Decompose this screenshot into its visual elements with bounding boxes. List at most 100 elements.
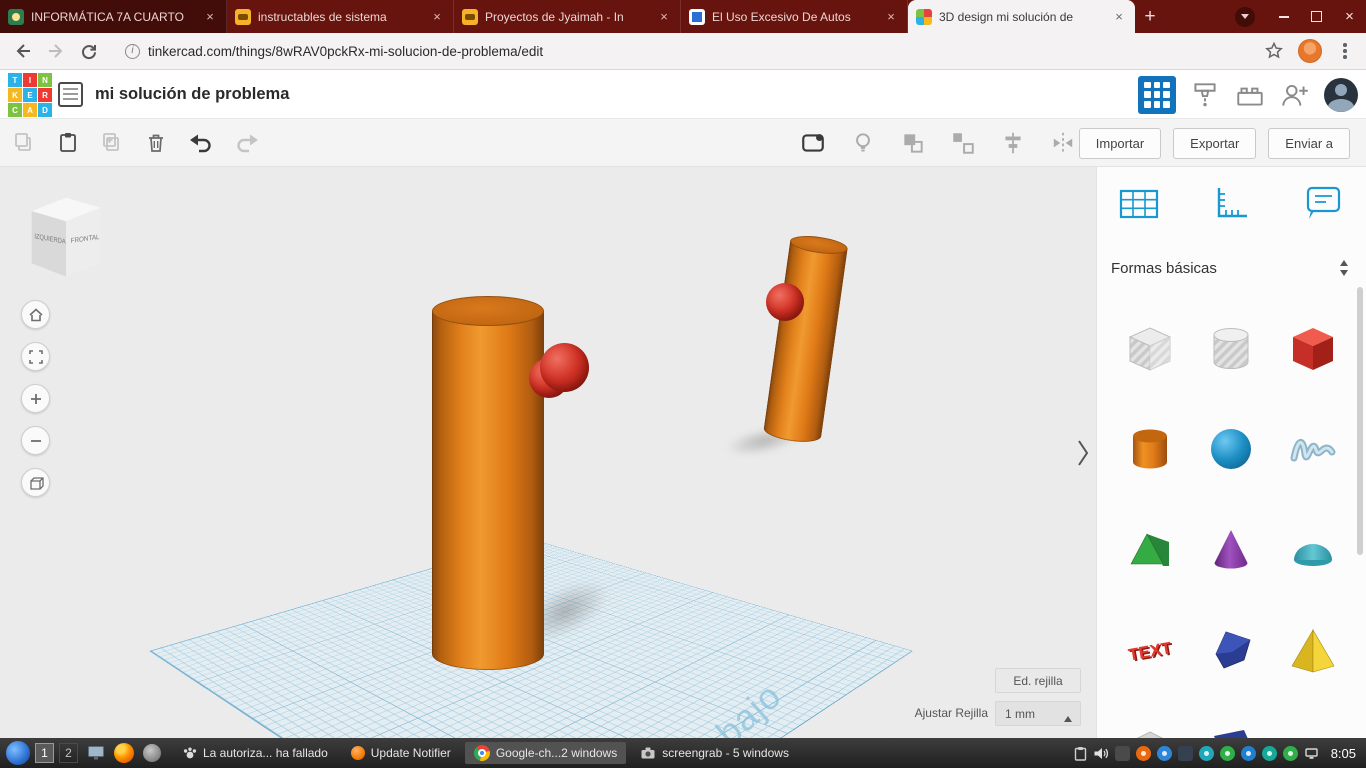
tray-indicator-icon[interactable]: [1198, 745, 1214, 761]
shape-orange-cylinder[interactable]: [1119, 418, 1181, 480]
tab-close-icon[interactable]: ×: [202, 9, 218, 25]
tab-informatica[interactable]: INFORMÁTICA 7A CUARTO ×: [0, 0, 227, 33]
browser-menu-icon[interactable]: [1336, 40, 1354, 62]
model-cylinder-small[interactable]: [762, 232, 849, 446]
screenshot-app-icon[interactable]: [143, 744, 161, 762]
snap-grid-dropdown[interactable]: 1 mm: [995, 701, 1081, 726]
tray-indicator-icon[interactable]: [1240, 745, 1256, 761]
model-sphere-small[interactable]: [766, 283, 804, 321]
shape-category-dropdown[interactable]: Formas básicas: [1111, 252, 1352, 284]
dropdown-stepper-icon[interactable]: [1340, 256, 1348, 280]
invite-person-icon[interactable]: [1279, 79, 1311, 111]
export-button[interactable]: Exportar: [1173, 127, 1257, 159]
blocks-editor-button[interactable]: [1138, 75, 1176, 114]
shape-partial-middle[interactable]: [1200, 718, 1262, 738]
view-cube[interactable]: IZQUIERDA FRONTAL: [22, 196, 102, 280]
home-view-button[interactable]: [21, 300, 50, 329]
redo-icon[interactable]: [234, 131, 260, 155]
shape-blue-sphere[interactable]: [1200, 418, 1262, 480]
taskbar-window-chrome[interactable]: Google-ch...2 windows: [464, 742, 627, 764]
notes-tool-button[interactable]: [1302, 183, 1346, 230]
taskbar-window-update-notifier[interactable]: Update Notifier: [342, 743, 460, 763]
shape-green-roof[interactable]: [1119, 518, 1181, 580]
site-info-icon[interactable]: i: [125, 43, 140, 59]
shape-striped-box[interactable]: [1119, 318, 1181, 380]
shape-blue-polyhedron[interactable]: [1200, 618, 1262, 680]
mirror-icon[interactable]: [1050, 130, 1076, 156]
lightbulb-icon[interactable]: [850, 130, 876, 156]
refresh-icon[interactable]: [79, 41, 99, 61]
model-sphere-front[interactable]: [540, 343, 589, 392]
window-maximize-button[interactable]: [1300, 0, 1333, 33]
align-icon[interactable]: [1000, 130, 1026, 156]
tray-terminal-icon[interactable]: [1177, 745, 1193, 761]
tray-update-icon[interactable]: [1135, 745, 1151, 761]
tab-close-icon[interactable]: ×: [883, 9, 899, 25]
tab-search-icon[interactable]: [1235, 6, 1255, 27]
panel-collapse-icon[interactable]: [1075, 438, 1091, 473]
tab-3d-design-active[interactable]: 3D design mi solución de ×: [908, 0, 1135, 33]
tray-search-icon[interactable]: [1156, 745, 1172, 761]
undo-icon[interactable]: [188, 131, 214, 155]
fit-view-button[interactable]: [21, 342, 50, 371]
delete-icon[interactable]: [144, 131, 168, 155]
forward-icon[interactable]: [46, 41, 66, 61]
edit-grid-button[interactable]: Ed. rejilla: [995, 668, 1081, 693]
zoom-out-button[interactable]: [21, 426, 50, 455]
bookmark-star-icon[interactable]: [1264, 41, 1284, 61]
network-tray-icon[interactable]: [1304, 747, 1319, 760]
back-icon[interactable]: [13, 41, 33, 61]
shape-red-text[interactable]: TEXT TEXT: [1119, 618, 1181, 680]
taskbar-window-authorization[interactable]: La autoriza... ha fallado: [174, 743, 337, 763]
ruler-tool-button[interactable]: [1210, 183, 1254, 230]
firefox-icon[interactable]: [114, 743, 134, 763]
file-manager-icon[interactable]: [87, 745, 105, 761]
tray-indicator-icon[interactable]: [1219, 745, 1235, 761]
shape-striped-cylinder[interactable]: [1200, 318, 1262, 380]
ungroup-icon[interactable]: [950, 130, 976, 156]
print-3d-icon[interactable]: [1189, 79, 1221, 111]
window-minimize-button[interactable]: [1267, 0, 1300, 33]
volume-icon[interactable]: [1093, 746, 1109, 761]
copy-icon[interactable]: [12, 131, 36, 155]
tray-indicator-icon[interactable]: [1261, 745, 1277, 761]
url-bar[interactable]: tinkercad.com/things/8wRAV0pckRx-mi-solu…: [148, 44, 1264, 59]
tray-indicator-icon[interactable]: [1282, 745, 1298, 761]
shape-yellow-pyramid[interactable]: [1282, 618, 1344, 680]
window-close-button[interactable]: ×: [1333, 0, 1366, 33]
workspace-2-button[interactable]: 2: [59, 743, 78, 763]
app-menu-icon[interactable]: [6, 741, 30, 765]
model-cylinder-large[interactable]: [432, 296, 544, 670]
panel-scrollbar[interactable]: [1357, 287, 1363, 555]
workplane-tool-button[interactable]: [1117, 183, 1161, 230]
zoom-in-button[interactable]: [21, 384, 50, 413]
tab-proyectos[interactable]: Proyectos de Jyaimah - In ×: [454, 0, 681, 33]
tab-instructables[interactable]: instructables de sistema ×: [227, 0, 454, 33]
user-avatar[interactable]: [1324, 77, 1358, 112]
duplicate-icon[interactable]: [100, 131, 124, 155]
perspective-toggle-button[interactable]: [21, 468, 50, 497]
tab-uso-autos[interactable]: El Uso Excesivo De Autos ×: [681, 0, 908, 33]
shape-partial-left[interactable]: [1119, 718, 1181, 738]
tray-app-icon[interactable]: [1114, 745, 1130, 761]
workspace-1-button[interactable]: 1: [35, 743, 54, 763]
taskbar-window-screengrab[interactable]: screengrab - 5 windows: [631, 743, 798, 763]
show-all-icon[interactable]: [800, 130, 826, 156]
shape-teal-dome[interactable]: [1282, 518, 1344, 580]
group-icon[interactable]: [900, 130, 926, 156]
clipboard-tray-icon[interactable]: [1074, 746, 1087, 761]
shape-red-box[interactable]: [1282, 318, 1344, 380]
paste-icon[interactable]: [56, 131, 80, 155]
shape-scribble[interactable]: [1282, 418, 1344, 480]
shape-purple-cone[interactable]: [1200, 518, 1262, 580]
tinkercad-logo[interactable]: T I N K E R C A D: [8, 73, 52, 117]
send-to-button[interactable]: Enviar a: [1268, 127, 1350, 159]
brick-icon[interactable]: [1234, 79, 1266, 111]
viewport-3d[interactable]: Plano de trabajo IZQUIERDA FRONTAL: [0, 167, 1096, 738]
tab-close-icon[interactable]: ×: [656, 9, 672, 25]
import-button[interactable]: Importar: [1078, 127, 1162, 159]
design-properties-icon[interactable]: [58, 82, 83, 107]
tab-close-icon[interactable]: ×: [429, 9, 445, 25]
new-tab-button[interactable]: +: [1135, 0, 1165, 33]
tab-close-icon[interactable]: ×: [1111, 9, 1127, 25]
